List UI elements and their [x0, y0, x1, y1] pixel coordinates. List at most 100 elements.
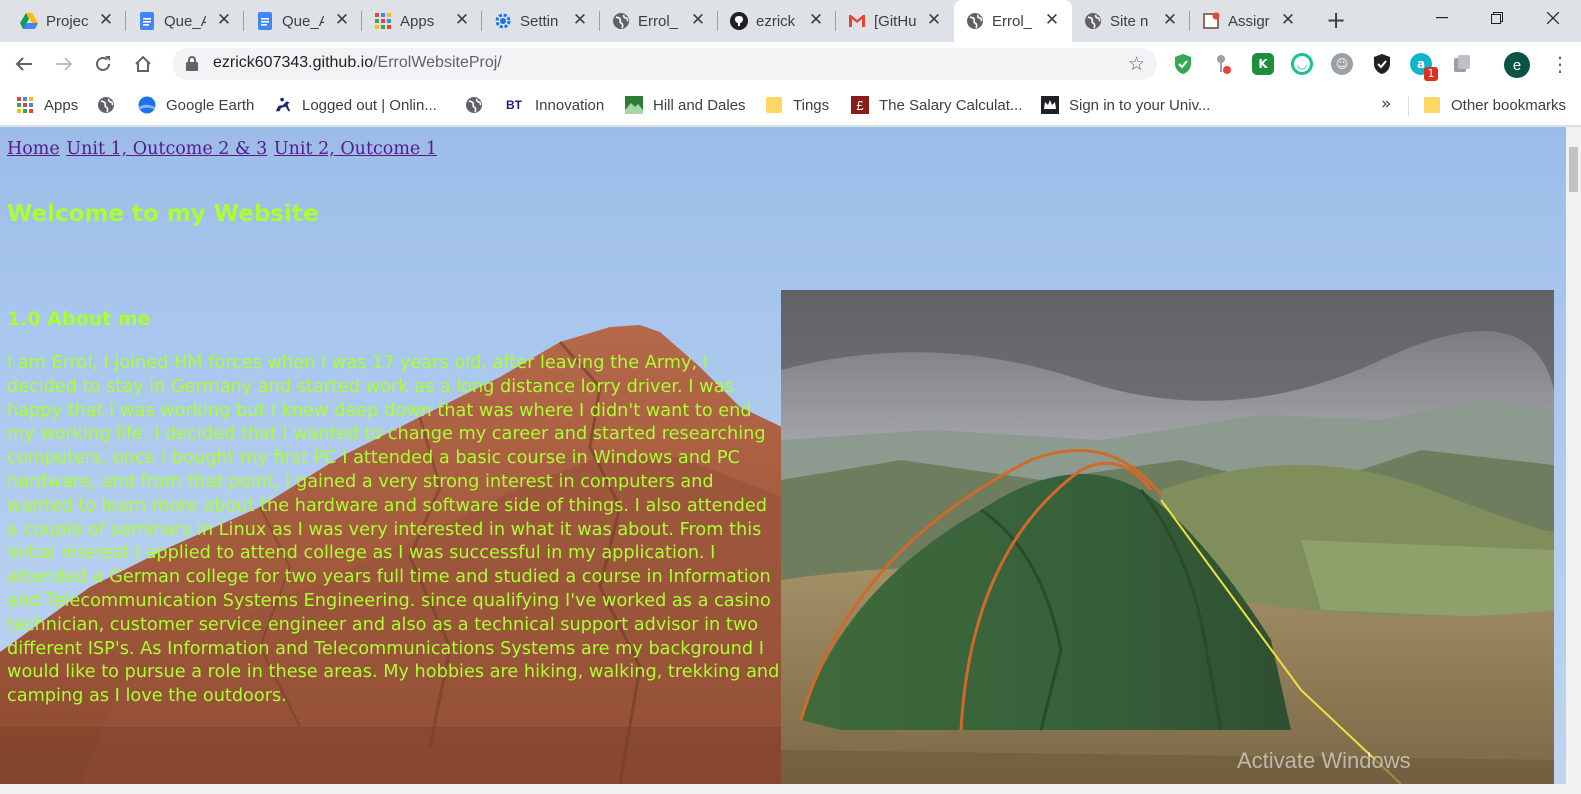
globe-icon — [1084, 12, 1102, 30]
tab-title: Settin — [520, 12, 559, 30]
bookmark-university-sign-in[interactable]: Sign in to your Univ... — [1041, 94, 1210, 116]
new-tab-button[interactable]: + — [1323, 8, 1349, 34]
apps-grid-icon — [16, 96, 34, 114]
shield-dark-extension-icon[interactable] — [1371, 53, 1393, 75]
tab-title: [GitHu — [874, 12, 916, 30]
activate-windows-watermark: Activate Windows — [1237, 748, 1411, 773]
close-icon[interactable]: ✕ — [216, 12, 232, 29]
other-bookmarks[interactable]: Other bookmarks — [1423, 94, 1566, 116]
grammarly-extension-icon[interactable]: ◡ — [1291, 53, 1313, 75]
scrollbar-thumb[interactable] — [1569, 147, 1578, 192]
profile-avatar[interactable]: e — [1504, 52, 1530, 78]
extension-badge: 1 — [1424, 67, 1438, 81]
close-icon[interactable]: ✕ — [454, 12, 470, 29]
bookmark-apps[interactable]: Apps — [16, 94, 78, 116]
bookmark-hill-and-dales[interactable]: Hill and Dales — [625, 94, 746, 116]
close-icon[interactable]: ✕ — [98, 12, 114, 29]
tab-2[interactable]: Que_A ✕ — [244, 0, 362, 42]
forward-button[interactable] — [50, 50, 78, 78]
tab-8-active[interactable]: Errol_ ✕ — [954, 0, 1072, 42]
bookmark-label: Tings — [793, 96, 830, 114]
url-path: /ErrolWebsiteProj/ — [373, 54, 502, 71]
shield-extension-icon[interactable] — [1172, 53, 1194, 75]
bt-logo-icon: BT — [506, 98, 522, 112]
menu-kebab-icon[interactable]: ⋮ — [1550, 52, 1570, 76]
back-button[interactable] — [10, 50, 38, 78]
url-text: ezrick607343.github.io/ErrolWebsiteProj/ — [213, 54, 502, 72]
about-heading: 1.0 About me — [7, 308, 151, 330]
close-icon[interactable]: ✕ — [334, 12, 350, 29]
horse-rider-icon — [274, 96, 292, 114]
hill-icon — [625, 96, 643, 114]
bookmark-salary-calculator[interactable]: £ The Salary Calculat... — [851, 94, 1022, 116]
globe-icon — [465, 96, 483, 114]
globe-icon — [966, 12, 984, 30]
home-button[interactable] — [129, 50, 157, 78]
address-bar[interactable]: ezrick607343.github.io/ErrolWebsiteProj/… — [172, 48, 1157, 80]
gear-icon — [494, 12, 512, 30]
pound-icon: £ — [851, 96, 869, 114]
tab-1[interactable]: Que_A ✕ — [126, 0, 244, 42]
bookmark-star-icon[interactable]: ☆ — [1128, 54, 1145, 74]
tab-4[interactable]: Settin ✕ — [482, 0, 600, 42]
globe-icon — [612, 12, 630, 30]
close-icon[interactable]: ✕ — [1162, 12, 1178, 29]
bookmark-globe-2[interactable] — [465, 94, 493, 116]
bookmark-globe-1[interactable] — [97, 94, 125, 116]
tab-title: Apps — [400, 12, 435, 30]
face-extension-icon[interactable]: ☺ — [1331, 53, 1353, 75]
page-scrollbar[interactable] — [1566, 127, 1581, 784]
key-extension-icon[interactable] — [1212, 53, 1234, 75]
close-window-button[interactable] — [1526, 0, 1580, 36]
tab-title: ezrick — [756, 12, 796, 30]
bookmark-label: Apps — [44, 96, 79, 114]
tent-photo — [781, 290, 1554, 784]
bookmark-google-earth[interactable]: Google Earth — [138, 94, 254, 116]
bookmark-label: Logged out | Onlin... — [302, 96, 437, 114]
bookmark-folder-tings[interactable]: Tings — [765, 94, 829, 116]
tab-5[interactable]: Errol_ ✕ — [600, 0, 718, 42]
tab-title: Que_A — [282, 12, 324, 30]
kami-extension-icon[interactable]: K — [1252, 53, 1274, 75]
bookmark-innovation[interactable]: BT Innovation — [503, 94, 604, 116]
tab-title: Que_A — [164, 12, 206, 30]
tab-title: Site n — [1110, 12, 1149, 30]
close-icon[interactable]: ✕ — [926, 12, 942, 29]
assignment-icon — [1202, 12, 1220, 30]
nav-unit1-link[interactable]: Unit 1, Outcome 2 & 3 — [66, 139, 267, 159]
tab-title: Errol_ — [992, 12, 1033, 30]
tab-title: Errol_ — [638, 12, 679, 30]
gmail-icon — [848, 12, 866, 30]
reload-button[interactable] — [89, 50, 117, 78]
minimize-button[interactable] — [1415, 0, 1469, 36]
tab-7[interactable]: [GitHu ✕ — [836, 0, 954, 42]
tab-9[interactable]: Site n ✕ — [1072, 0, 1190, 42]
folder-icon — [1423, 96, 1441, 114]
close-icon[interactable]: ✕ — [1280, 12, 1296, 29]
close-icon[interactable]: ✕ — [572, 12, 588, 29]
tab-0[interactable]: Projec ✕ — [8, 0, 126, 42]
welcome-heading: Welcome to my Website — [7, 201, 319, 227]
bookmarks-overflow-button[interactable]: » — [1381, 94, 1391, 114]
tab-3[interactable]: Apps ✕ — [362, 0, 482, 42]
browser-toolbar: ezrick607343.github.io/ErrolWebsiteProj/… — [0, 42, 1581, 86]
google-drive-icon — [20, 12, 38, 30]
bookmark-logged-out[interactable]: Logged out | Onlin... — [274, 94, 437, 116]
github-icon — [730, 12, 748, 30]
close-icon[interactable]: ✕ — [808, 12, 824, 29]
close-icon[interactable]: ✕ — [690, 12, 706, 29]
google-earth-icon — [138, 96, 156, 114]
horizontal-scroll-track — [0, 784, 1581, 794]
tab-6[interactable]: ezrick ✕ — [718, 0, 836, 42]
other-bookmarks-label: Other bookmarks — [1451, 96, 1567, 114]
close-icon[interactable]: ✕ — [1044, 12, 1060, 29]
extensions-puzzle-icon[interactable] — [1451, 53, 1473, 75]
site-nav: Home Unit 1, Outcome 2 & 3 Unit 2, Outco… — [7, 139, 438, 159]
tab-10[interactable]: Assigr ✕ — [1190, 0, 1308, 42]
nav-unit2-link[interactable]: Unit 2, Outcome 1 — [274, 139, 437, 159]
url-host: ezrick607343.github.io — [213, 54, 374, 71]
google-docs-icon — [256, 12, 274, 30]
folder-icon — [765, 96, 783, 114]
nav-home-link[interactable]: Home — [7, 139, 60, 159]
restore-button[interactable] — [1470, 0, 1524, 36]
